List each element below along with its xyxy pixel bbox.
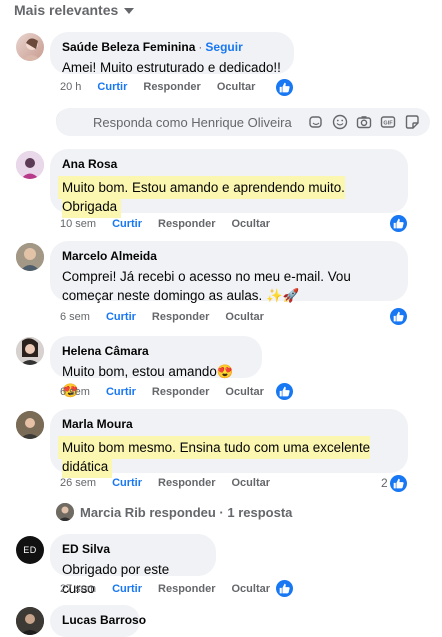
comment-actions: 10 sem Curtir Responder Ocultar bbox=[60, 218, 270, 230]
comment-bubble: Marcelo Almeida Comprei! Já recebi o ace… bbox=[50, 241, 408, 303]
comment-time[interactable]: 20 h bbox=[60, 81, 81, 93]
avatar-image-icon bbox=[56, 503, 74, 521]
reply-button[interactable]: Responder bbox=[152, 386, 209, 398]
comment-bubble: Lucas Barroso bbox=[50, 605, 146, 637]
reply-button[interactable]: Responder bbox=[152, 311, 209, 323]
like-reaction-icon[interactable] bbox=[276, 79, 293, 96]
comment-text: Comprei! Já recebi o acesso no meu e-mai… bbox=[62, 269, 351, 303]
avatar[interactable] bbox=[16, 607, 44, 635]
avatar-initials: ED bbox=[23, 545, 37, 555]
reply-button[interactable]: Responder bbox=[158, 218, 215, 230]
comment-time[interactable]: 26 sem bbox=[60, 477, 96, 489]
view-replies-link[interactable]: Marcia Rib respondeu · 1 resposta bbox=[56, 503, 292, 521]
like-button[interactable]: Curtir bbox=[112, 583, 142, 595]
comment-time[interactable]: 27 sem bbox=[60, 583, 96, 595]
replies-summary[interactable]: Marcia Rib respondeu · 1 resposta bbox=[80, 505, 292, 520]
sort-dropdown[interactable]: Mais relevantes bbox=[14, 2, 135, 18]
avatar[interactable] bbox=[16, 151, 44, 179]
like-button[interactable]: Curtir bbox=[106, 311, 136, 323]
like-button[interactable]: Curtir bbox=[106, 386, 136, 398]
avatar[interactable] bbox=[16, 243, 44, 271]
hide-button[interactable]: Ocultar bbox=[217, 81, 256, 93]
avatar[interactable] bbox=[16, 337, 44, 365]
avatar-image-icon bbox=[16, 337, 44, 365]
comment-bubble: Saúde Beleza Feminina · Seguir Amei! Muito… bbox=[50, 32, 294, 75]
sticker-icon[interactable] bbox=[404, 114, 420, 130]
comment-actions: 6 sem Curtir Responder Ocultar bbox=[60, 311, 264, 323]
reply-input-box[interactable]: Responda como Henrique Oliveira GIF bbox=[56, 108, 430, 136]
comment-actions: 26 sem Curtir Responder Ocultar bbox=[60, 477, 270, 489]
comment-actions: 27 sem Curtir Responder Ocultar bbox=[60, 583, 270, 595]
avatar-image-icon bbox=[16, 411, 44, 439]
reply-button[interactable]: Responder bbox=[143, 81, 200, 93]
hide-button[interactable]: Ocultar bbox=[225, 311, 264, 323]
comment-author[interactable]: Ana Rosa bbox=[62, 157, 396, 172]
like-reaction-icon[interactable] bbox=[390, 215, 407, 232]
comment-time[interactable]: 10 sem bbox=[60, 218, 96, 230]
hide-button[interactable]: Ocultar bbox=[232, 477, 271, 489]
like-reaction-icon[interactable] bbox=[276, 580, 293, 597]
comment-bubble: Ana Rosa Muito bom. Estou amando e apren… bbox=[50, 149, 408, 214]
like-reaction-icon[interactable] bbox=[390, 308, 407, 325]
comment-text: Amei! Muito estruturado e dedicado!! bbox=[62, 60, 281, 75]
caret-down-icon bbox=[124, 7, 135, 14]
comment-time[interactable]: 6 sem bbox=[60, 311, 90, 323]
like-reaction-icon[interactable] bbox=[276, 383, 293, 400]
avatar-image-icon bbox=[16, 243, 44, 271]
reply-button[interactable]: Responder bbox=[158, 477, 215, 489]
avatar[interactable]: ED bbox=[16, 536, 44, 564]
comment-text: Muito bom. Estou amando e aprendendo mui… bbox=[62, 180, 345, 214]
follow-button[interactable]: Seguir bbox=[205, 40, 242, 54]
comment-author[interactable]: Helena Câmara bbox=[62, 344, 250, 359]
comment-time[interactable]: 6 sem bbox=[60, 386, 90, 398]
like-count[interactable]: 2 bbox=[381, 476, 388, 490]
like-button[interactable]: Curtir bbox=[97, 81, 127, 93]
like-button[interactable]: Curtir bbox=[112, 477, 142, 489]
comment-text: Muito bom mesmo. Ensina tudo com uma exc… bbox=[62, 440, 371, 474]
separator-dot: · bbox=[198, 40, 203, 54]
replier-avatar bbox=[56, 503, 74, 521]
comment-bubble: Helena Câmara Muito bom, estou amando😍😍 bbox=[50, 336, 262, 398]
comment-author[interactable]: Marla Moura bbox=[62, 417, 396, 432]
comment-author[interactable]: ED Silva bbox=[62, 542, 204, 557]
hide-button[interactable]: Ocultar bbox=[232, 583, 271, 595]
comment-author[interactable]: Lucas Barroso bbox=[62, 613, 146, 628]
camera-icon[interactable] bbox=[356, 114, 372, 130]
hide-button[interactable]: Ocultar bbox=[232, 218, 271, 230]
comment-actions: 6 sem Curtir Responder Ocultar bbox=[60, 386, 264, 398]
like-reaction-icon[interactable] bbox=[390, 475, 407, 492]
comment-author[interactable]: Saúde Beleza Feminina bbox=[62, 40, 195, 54]
avatar-image-icon bbox=[16, 151, 44, 179]
comment-bubble: Marla Moura Muito bom mesmo. Ensina tudo… bbox=[50, 409, 408, 474]
like-button[interactable]: Curtir bbox=[112, 218, 142, 230]
comment-bubble: ED Silva Obrigado por este curso bbox=[50, 534, 216, 596]
comment-actions: 20 h Curtir Responder Ocultar bbox=[60, 81, 255, 93]
avatar[interactable] bbox=[16, 411, 44, 439]
avatar-image-icon bbox=[22, 38, 42, 61]
emoji-icon[interactable] bbox=[332, 114, 348, 130]
svg-text:GIF: GIF bbox=[383, 121, 393, 127]
avatar-sticker-icon[interactable] bbox=[308, 114, 324, 130]
hide-button[interactable]: Ocultar bbox=[225, 386, 264, 398]
gif-icon[interactable]: GIF bbox=[380, 114, 396, 130]
reply-button[interactable]: Responder bbox=[158, 583, 215, 595]
avatar[interactable] bbox=[16, 33, 44, 61]
avatar-image-icon bbox=[16, 607, 44, 635]
sort-label: Mais relevantes bbox=[14, 2, 119, 18]
reply-input-placeholder[interactable]: Responda como Henrique Oliveira bbox=[93, 115, 292, 130]
comment-author[interactable]: Marcelo Almeida bbox=[62, 249, 396, 264]
